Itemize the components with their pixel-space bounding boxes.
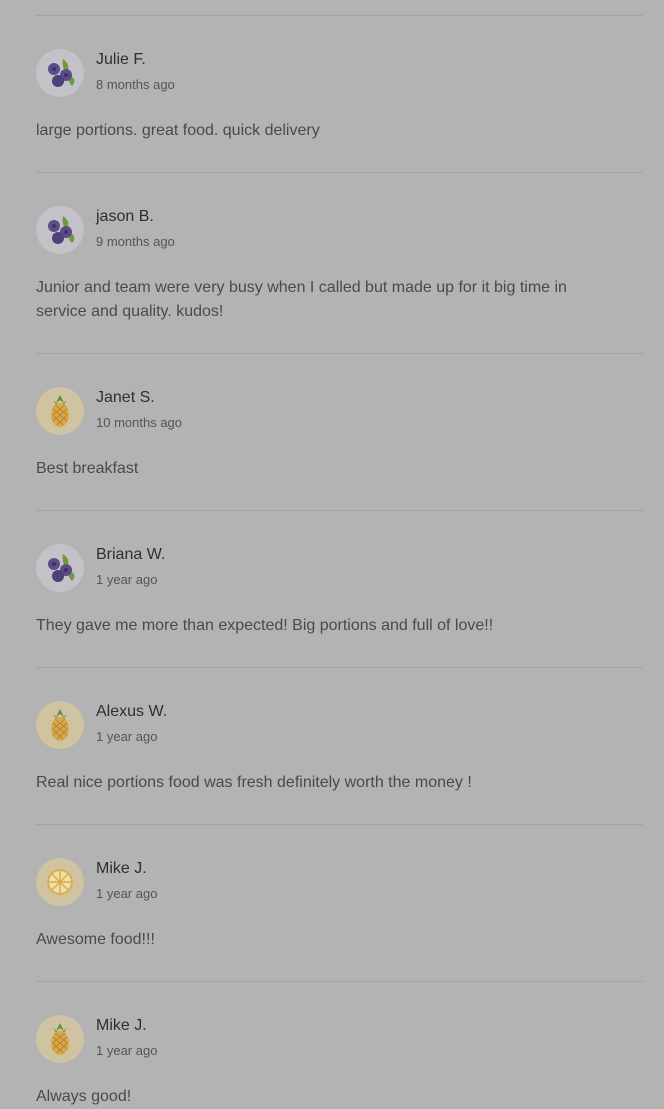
review-time: 8 months ago [96,77,175,92]
blueberry-icon [36,49,84,97]
review-time: 1 year ago [96,729,158,744]
review-item: Julie F. 8 months ago large portions. gr… [36,15,643,172]
lemon-slice-icon [36,858,84,906]
reviewer-name: jason B. [96,208,154,225]
review-time: 1 year ago [96,886,158,901]
reviewer-name: Mike J. [96,1017,147,1034]
review-time: 9 months ago [96,234,175,249]
review-text: Real nice portions food was fresh defini… [36,774,472,791]
review-text: Best breakfast [36,460,139,477]
review-item: Briana W. 1 year ago They gave me more t… [36,510,643,667]
review-text: Always good! [36,1088,132,1105]
reviewer-name: Julie F. [96,51,146,68]
review-item: Janet S. 10 months ago Best breakfast [36,353,643,510]
review-time: 1 year ago [96,572,158,587]
review-text: Junior and team were very busy when I ca… [36,279,567,320]
pineapple-icon [36,387,84,435]
review-text: large portions. great food. quick delive… [36,122,320,139]
review-text: They gave me more than expected! Big por… [36,617,494,634]
reviewer-name: Janet S. [96,389,155,406]
review-time: 1 year ago [96,1043,158,1058]
review-item: Mike J. 1 year ago Always good! [36,981,643,1105]
reviewer-name: Alexus W. [96,703,168,720]
review-item: jason B. 9 months ago Junior and team we… [36,172,643,353]
blueberry-icon [36,544,84,592]
review-item: Mike J. 1 year ago Awesome food!!! [36,824,643,981]
blueberry-icon [36,206,84,254]
pineapple-icon [36,701,84,749]
review-text: Awesome food!!! [36,931,155,948]
review-item: Alexus W. 1 year ago Real nice portions … [36,667,643,824]
pineapple-icon [36,1015,84,1063]
reviews-list: Julie F. 8 months ago large portions. gr… [36,15,643,1105]
reviewer-name: Mike J. [96,860,147,877]
reviewer-name: Briana W. [96,546,166,563]
review-time: 10 months ago [96,415,183,430]
